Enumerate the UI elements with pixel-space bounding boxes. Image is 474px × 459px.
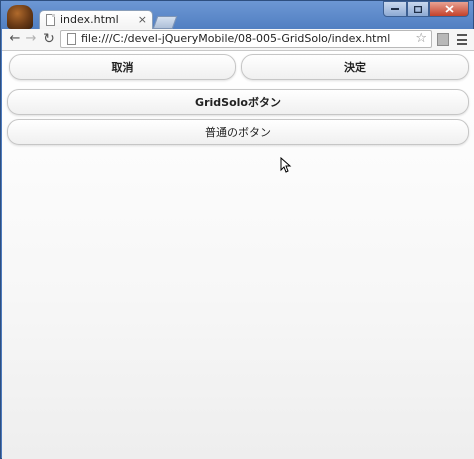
tab-close-icon[interactable]: × bbox=[138, 13, 147, 26]
url-text[interactable]: file:///C:/devel-jQueryMobile/08-005-Gri… bbox=[81, 32, 390, 45]
reload-icon[interactable]: ↻ bbox=[42, 31, 56, 47]
cancel-button[interactable]: 取消 bbox=[9, 54, 236, 80]
horse-logo-icon bbox=[7, 5, 33, 29]
close-window-button[interactable] bbox=[429, 1, 469, 17]
tab-title: index.html bbox=[60, 13, 119, 26]
maximize-icon bbox=[414, 5, 422, 13]
minimize-icon bbox=[391, 7, 399, 10]
extension-icon[interactable] bbox=[437, 33, 449, 46]
page-icon bbox=[67, 33, 76, 45]
back-arrow-icon[interactable]: ← bbox=[8, 31, 22, 47]
page-icon bbox=[46, 14, 55, 26]
minimize-button[interactable] bbox=[383, 1, 407, 17]
forward-arrow-icon[interactable]: → bbox=[24, 31, 38, 47]
mouse-cursor-icon bbox=[280, 157, 292, 173]
decide-button[interactable]: 決定 bbox=[241, 54, 469, 80]
new-tab-button[interactable] bbox=[152, 16, 178, 29]
page-content: 取消 決定 GridSoloボタン 普通のボタン bbox=[2, 51, 474, 459]
gridsolo-button[interactable]: GridSoloボタン bbox=[7, 89, 469, 115]
browser-tab[interactable]: index.html × bbox=[39, 10, 153, 30]
address-bar[interactable]: file:///C:/devel-jQueryMobile/08-005-Gri… bbox=[60, 30, 432, 48]
close-icon bbox=[444, 5, 454, 13]
browser-toolbar: ← → ↻ file:///C:/devel-jQueryMobile/08-0… bbox=[2, 29, 474, 51]
maximize-button[interactable] bbox=[407, 1, 429, 17]
browser-window: index.html × ← → ↻ file:///C:/devel-jQue… bbox=[0, 0, 474, 459]
window-controls bbox=[383, 1, 469, 19]
menu-icon[interactable] bbox=[457, 34, 467, 45]
title-bar: index.html × bbox=[1, 1, 473, 30]
normal-button[interactable]: 普通のボタン bbox=[7, 119, 469, 145]
bookmark-star-icon[interactable]: ☆ bbox=[415, 31, 427, 46]
